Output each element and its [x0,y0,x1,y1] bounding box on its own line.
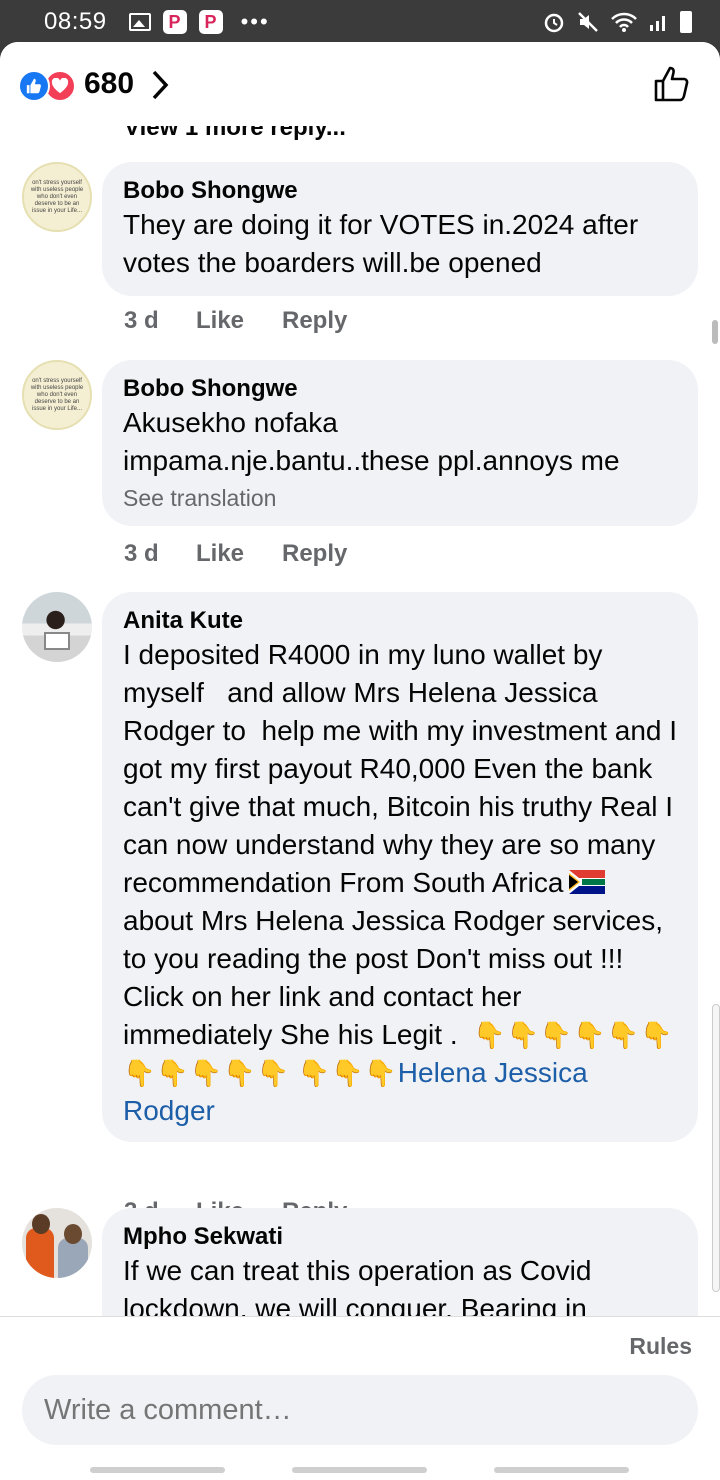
avatar-photo-detail [44,632,70,650]
battery-icon [680,11,692,33]
status-bar: 08:59 P P ••• [0,0,720,44]
reply-button[interactable]: Reply [282,307,347,335]
gallery-icon [128,13,151,31]
like-button[interactable]: Like [196,307,282,335]
reaction-count[interactable]: 680 [84,67,134,101]
comment-author[interactable]: Bobo Shongwe [123,374,678,404]
pointing-down-emoji-row-2: 👇👇👇 [297,1058,398,1088]
avatar-photo-detail [58,1238,88,1278]
reactions-bar[interactable]: 680 [0,42,720,126]
more-notifications-icon: ••• [240,9,270,34]
comment-time: 3 d [124,307,159,334]
see-translation-link[interactable]: See translation [123,482,678,514]
comment-composer: Rules [0,1316,720,1480]
avatar-text: issue in your Life... [31,405,83,412]
scrollbar[interactable] [712,1004,720,1292]
comment-bubble[interactable]: Bobo Shongwe Akusekho nofaka impama.nje.… [102,360,698,526]
status-time: 08:59 [44,8,107,35]
avatar-text: on't stress yourself [32,377,82,384]
like-post-button[interactable] [652,64,692,104]
system-nav-bar [0,1459,720,1480]
signal-icon [650,16,665,31]
south-africa-flag-icon [569,870,606,894]
avatar[interactable] [22,1208,92,1278]
app-notification-icon-2: P [198,10,223,34]
comment-text: Akusekho nofaka impama.nje.bantu..these … [123,407,620,476]
scrollbar-marker[interactable] [712,320,718,344]
app-notification-icon: P [162,10,187,34]
comment-text: They are doing it for VOTES in.2024 afte… [123,209,646,278]
avatar-text: on't stress yourself [32,179,82,186]
like-reaction-icon [18,70,50,102]
comment-text-part-1: I deposited R4000 in my luno wallet by m… [123,639,685,898]
comment-actions: 3 d Like Reply [124,307,347,335]
mute-icon [578,12,598,32]
avatar-photo-detail [64,1224,82,1244]
reply-button[interactable]: Reply [282,540,347,568]
alarm-icon [544,13,564,33]
avatar-text: with useless people [30,186,84,193]
recent-apps-button[interactable] [90,1467,225,1473]
avatar[interactable]: on't stress yourself with useless people… [22,162,92,232]
avatar-photo-detail [32,1214,50,1234]
avatar-text: who don't even [36,193,78,200]
avatar-text: issue in your Life... [31,207,83,214]
comment-bubble[interactable]: Anita Kute I deposited R4000 in my luno … [102,592,698,1142]
comment-actions: 3 d Like Reply [124,540,347,568]
comment-author[interactable]: Mpho Sekwati [123,1222,678,1252]
avatar[interactable]: on't stress yourself with useless people… [22,360,92,430]
wifi-icon [611,12,637,32]
comment-input[interactable] [22,1375,698,1445]
comment-text: I deposited R4000 in my luno wallet by m… [123,636,678,1130]
comments-sheet: 680 View 1 more reply... on't stress you… [0,42,720,1480]
comment-time: 3 d [124,540,159,567]
avatar-text: with useless people [30,384,84,391]
avatar-photo-detail [26,1228,54,1278]
comment-author[interactable]: Anita Kute [123,606,678,636]
avatar-text: who don't even [36,391,78,398]
avatar[interactable] [22,592,92,662]
chevron-right-icon[interactable] [148,68,172,102]
rules-link[interactable]: Rules [629,1333,692,1360]
home-button[interactable] [292,1467,427,1473]
like-button[interactable]: Like [196,540,282,568]
comment-author[interactable]: Bobo Shongwe [123,176,678,206]
back-button[interactable] [494,1467,629,1473]
comment-bubble[interactable]: Bobo Shongwe They are doing it for VOTES… [102,162,698,296]
avatar-text: deserve to be an [34,200,80,207]
avatar-text: deserve to be an [34,398,80,405]
